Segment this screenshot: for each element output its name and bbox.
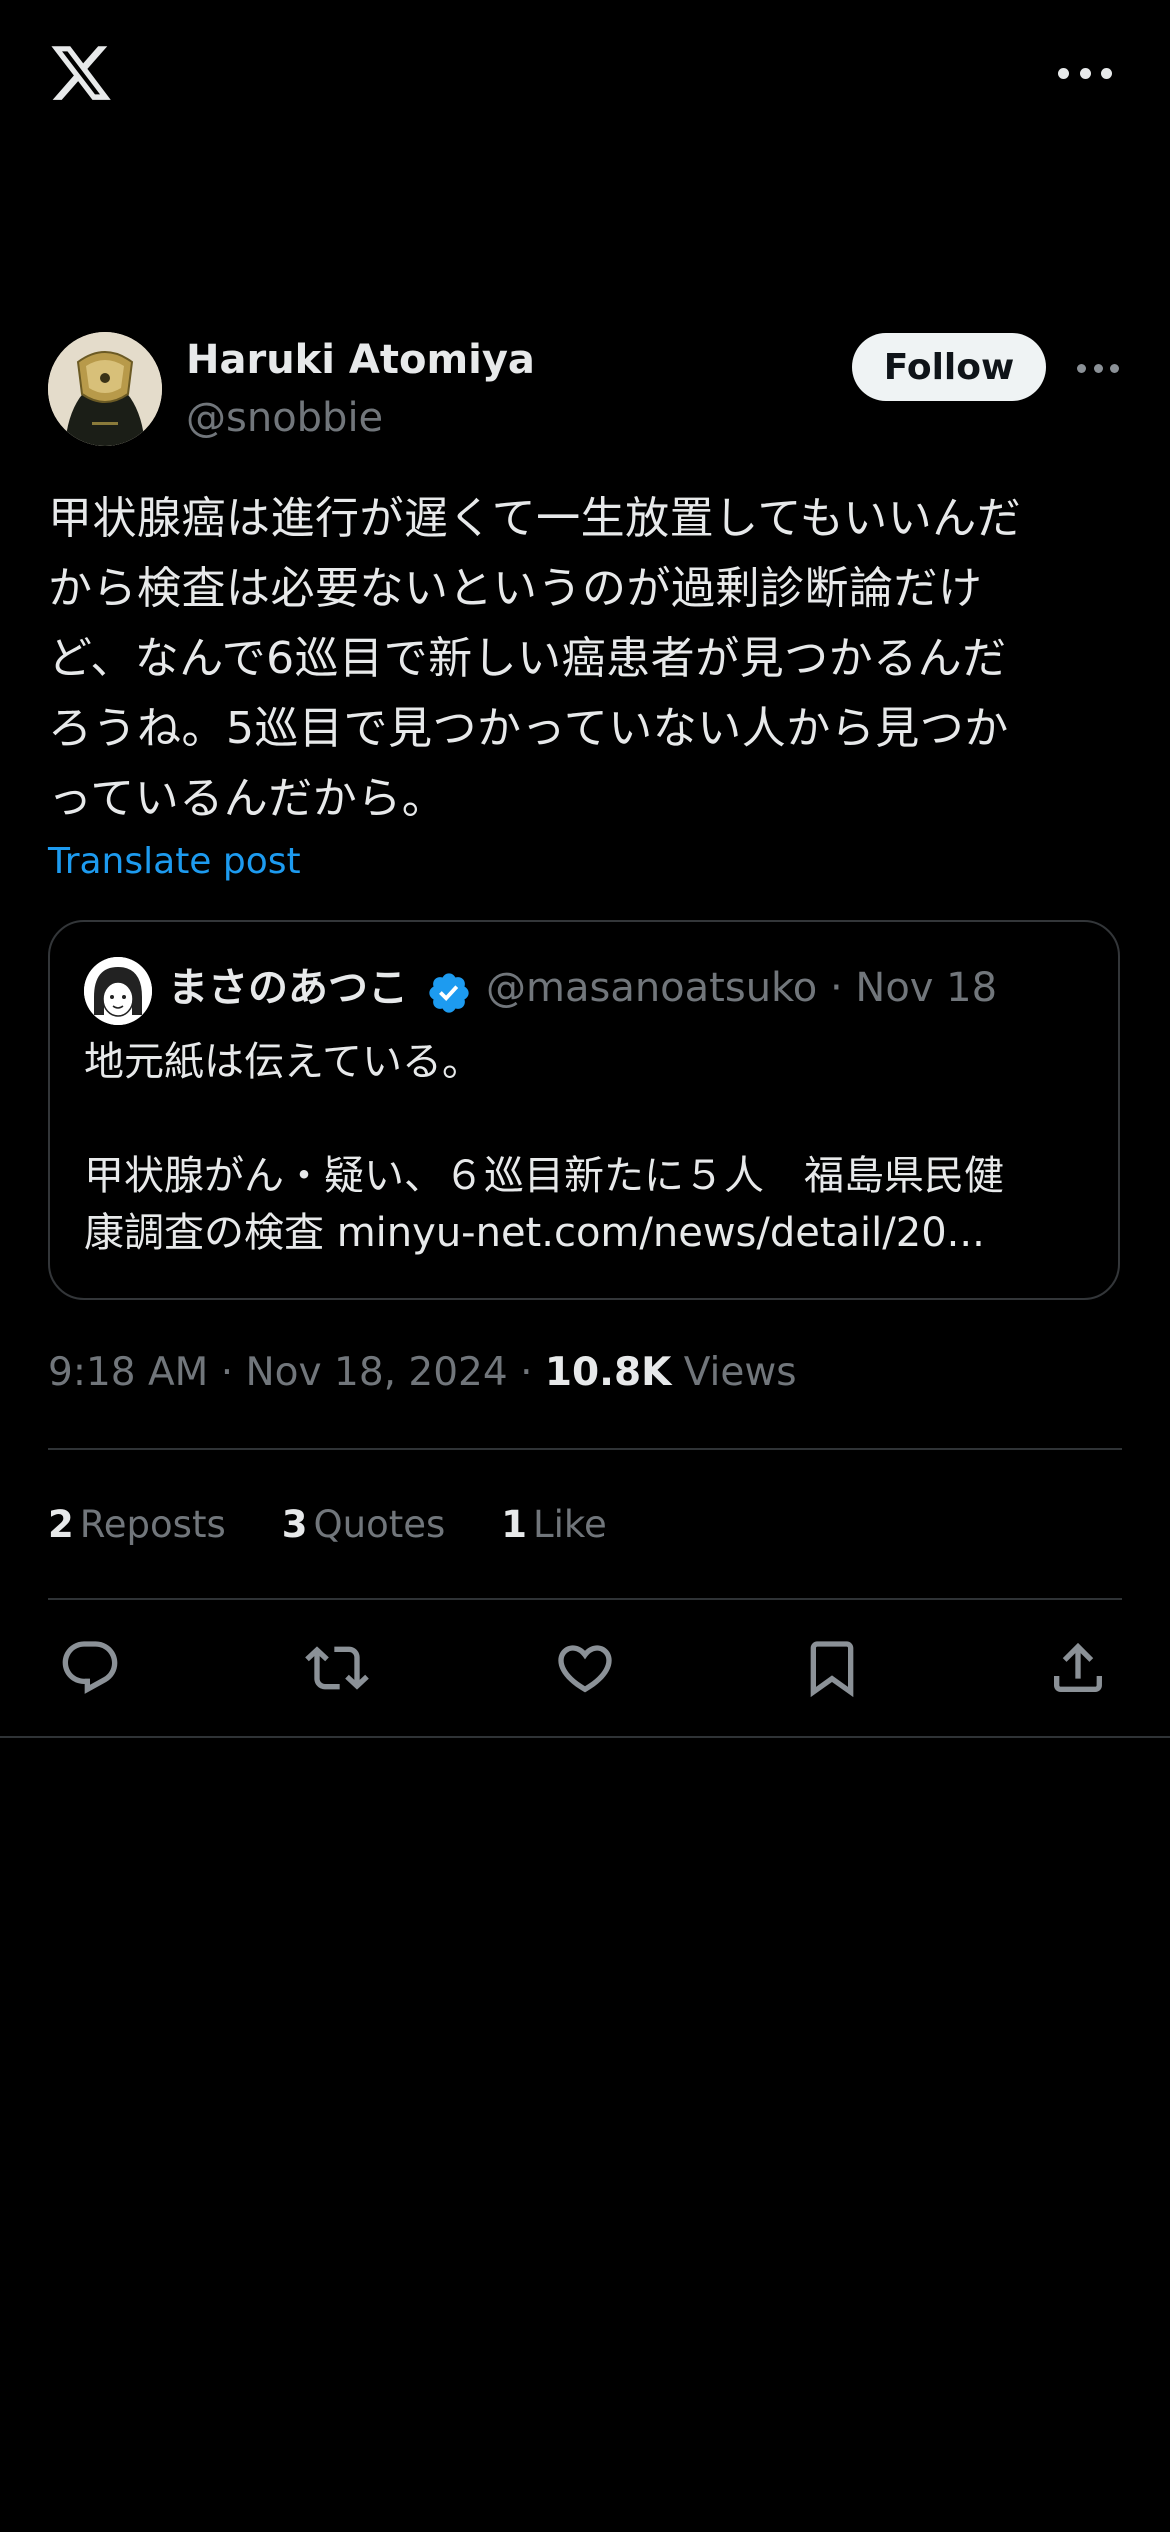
views-count: 10.8K [544,1350,672,1395]
divider [0,1736,1170,1738]
verified-badge-icon [426,970,472,1016]
author-display-name[interactable]: Haruki Atomiya [186,332,535,388]
repost-icon[interactable] [305,1636,369,1700]
timestamp-text[interactable]: 9:18 AM · Nov 18, 2024 · [48,1350,545,1395]
share-icon[interactable] [1046,1636,1110,1700]
x-logo-icon[interactable] [48,40,114,106]
divider [48,1598,1122,1600]
author-handle[interactable]: @snobbie [186,390,383,446]
quotes-label: Quotes [313,1503,446,1546]
quote-avatar [84,957,152,1025]
likes-stat[interactable]: 1 Like [501,1497,607,1553]
more-horizontal-icon[interactable] [1058,56,1112,90]
timestamp: 9:18 AM · Nov 18, 2024 · 10.8K Views [48,1345,797,1401]
views-label: Views [671,1350,797,1395]
avatar[interactable] [48,332,162,446]
divider [48,1448,1122,1450]
quote-text: 地元紙は伝えている。 甲状腺がん・疑い、６巡目新たに５人 福島県民健 康調査の検… [84,1039,1004,1256]
quotes-count: 3 [281,1503,308,1546]
likes-label: Like [533,1503,607,1546]
tweet-text: 甲状腺癌は進行が遅くて一生放置してもいいんだ から検査は必要ないというのが過剰診… [48,493,1022,824]
quote-display-name: まさのあつこ [168,965,408,1011]
reposts-label: Reposts [79,1503,226,1546]
reply-icon[interactable] [58,1636,122,1700]
like-icon[interactable] [553,1636,617,1700]
engagement-stats: 2 Reposts 3 Quotes 1 Like [48,1497,663,1553]
more-options-icon[interactable] [1077,363,1119,373]
quote-meta: @masanoatsuko · Nov 18 [486,965,998,1011]
bookmark-icon[interactable] [800,1636,864,1700]
quoted-tweet-card[interactable]: まさのあつこ @masanoatsuko · Nov 18 地元紙は伝えている。… [48,920,1120,1300]
likes-count: 1 [501,1503,528,1546]
reposts-stat[interactable]: 2 Reposts [48,1497,226,1553]
follow-button[interactable]: Follow [852,333,1046,401]
reposts-count: 2 [48,1503,74,1546]
translate-post-link[interactable]: Translate post [48,834,301,890]
quotes-stat[interactable]: 3 Quotes [282,1497,446,1553]
